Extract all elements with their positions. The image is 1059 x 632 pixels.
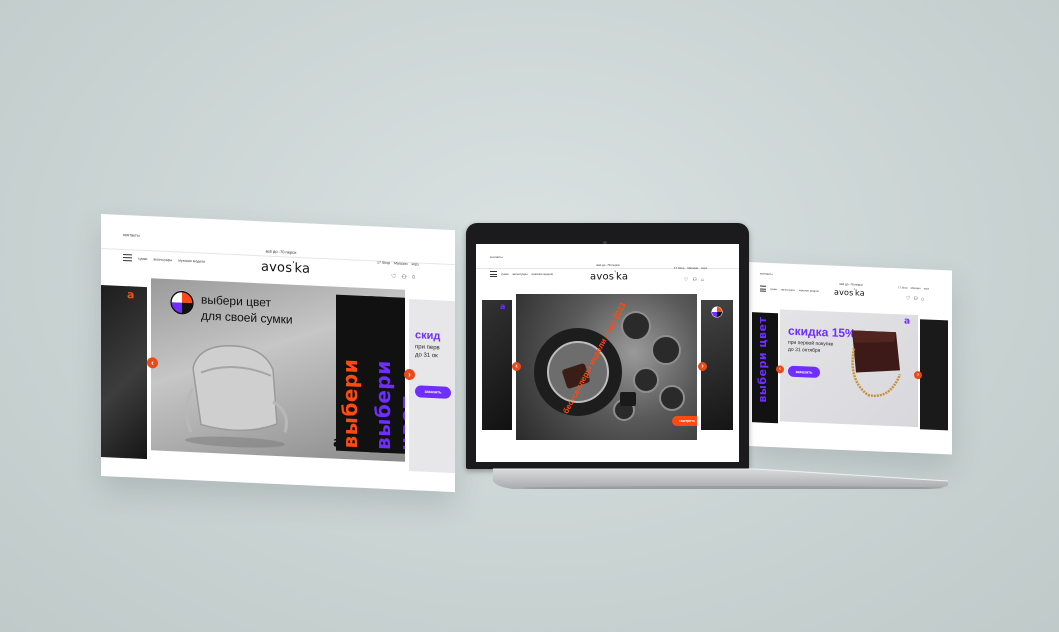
header-icons: ♡ ⚇ ⌂: [684, 277, 704, 283]
right-site-screen: контакты всё до -70 перси сумки аксессуа…: [748, 262, 952, 455]
menu-icon[interactable]: [123, 253, 132, 262]
bag-illustration: [185, 345, 288, 448]
header-utility: 17 Shop Магазин корз: [674, 266, 707, 270]
brand-mark: a: [127, 288, 135, 302]
laptop-base: [493, 468, 948, 489]
main-nav: сумки аксессуары мужские модели: [123, 253, 205, 265]
header-utility: 17 Shop Магазин корз: [898, 286, 929, 290]
contacts-link[interactable]: контакты: [760, 272, 773, 277]
hero-slide: выбери цвет для своей сумки выбери цвет …: [151, 278, 405, 462]
hero-slide: бестселлеры недели • топ 2023 смотреть: [516, 294, 697, 440]
next-slide: скид при перв до 31 ок заказать: [409, 298, 455, 474]
util-store[interactable]: Магазин: [394, 261, 408, 266]
next-slide: [920, 319, 948, 431]
user-icon[interactable]: ⚇: [401, 274, 406, 281]
promo-bar: всё до -70 перси: [596, 263, 620, 267]
site-logo[interactable]: avos'ka: [834, 288, 865, 298]
brand-mark-small: a: [333, 434, 343, 451]
util-shop[interactable]: 17 Shop: [377, 261, 390, 266]
chevron-right-icon[interactable]: ›: [698, 362, 707, 371]
bag-icon[interactable]: ⌂: [921, 296, 924, 302]
bag-icon[interactable]: ⌂: [701, 277, 704, 283]
contacts-link[interactable]: контакты: [490, 255, 503, 259]
nav-item-accessories[interactable]: аксессуары: [781, 288, 795, 292]
menu-icon[interactable]: [490, 271, 497, 277]
user-icon[interactable]: ⚇: [692, 277, 696, 283]
nav-item-men[interactable]: мужские модели: [532, 272, 553, 276]
main-nav: сумки аксессуары мужские модели: [490, 271, 553, 277]
util-shop[interactable]: 17 Shop: [898, 286, 908, 289]
laptop-screen: контакты всё до -70 перси сумки аксессуа…: [476, 244, 739, 462]
util-cart[interactable]: корз: [701, 266, 707, 270]
chevron-left-icon[interactable]: ‹: [147, 357, 158, 369]
prev-slide: a: [482, 300, 512, 430]
nav-item-accessories[interactable]: аксессуары: [512, 272, 527, 276]
brand-mark: a: [904, 316, 911, 327]
nav-item-men[interactable]: мужские модели: [799, 289, 819, 293]
chevron-left-icon[interactable]: ‹: [512, 362, 521, 371]
hero-slide: скидка 15% при первой покупке до 31 октя…: [780, 309, 918, 428]
chevron-right-icon[interactable]: ›: [404, 368, 415, 381]
nav-item-bags[interactable]: сумки: [770, 287, 777, 290]
nav-item-accessories[interactable]: аксессуары: [153, 257, 172, 262]
prev-slide: выбери цвет: [752, 312, 778, 424]
next-line-2: до 31 ок: [415, 352, 438, 360]
brand-mark: a: [500, 302, 506, 311]
user-icon[interactable]: ⚇: [913, 296, 917, 302]
bag-icon[interactable]: ⌂: [412, 274, 416, 281]
menu-icon[interactable]: [760, 285, 766, 292]
left-site-screen: контакты всё до -70 перси сумки аксессуа…: [101, 214, 455, 493]
vertical-text-prev: выбери цвет: [756, 316, 769, 403]
nav-item-bags[interactable]: сумки: [501, 272, 508, 276]
nav-item-bags[interactable]: сумки: [138, 256, 147, 260]
order-button[interactable]: заказать: [788, 365, 820, 379]
mockup-scene: контакты всё до -70 перси сумки аксессуа…: [0, 0, 1059, 632]
color-wheel-icon: [170, 290, 194, 315]
site-logo[interactable]: avos'ka: [261, 258, 310, 277]
header-icons: ♡ ⚇ ⌂: [391, 273, 415, 281]
hero-visual: [534, 311, 685, 421]
nav-item-men[interactable]: мужские модели: [178, 258, 205, 263]
header-icons: ♡ ⚇ ⌂: [906, 296, 924, 303]
chevron-left-icon[interactable]: ‹: [776, 365, 784, 374]
util-cart[interactable]: корз: [924, 287, 929, 290]
util-shop[interactable]: 17 Shop: [674, 266, 684, 270]
next-order-button[interactable]: заказать: [415, 385, 451, 399]
site-logo[interactable]: avos'ka: [590, 270, 628, 282]
banner-headline-1: выбери цвет: [201, 292, 272, 310]
next-line-1: при перв: [415, 344, 440, 352]
discount-line-2: до 31 октября: [788, 346, 821, 355]
header-utility: 17 Shop Магазин корз: [377, 261, 419, 267]
main-nav: сумки аксессуары мужские модели: [760, 285, 819, 294]
heart-icon[interactable]: ♡: [906, 296, 910, 302]
banner-headline-2: для своей сумки: [201, 308, 293, 327]
vertical-text-purple: выбери цвет: [369, 296, 405, 455]
contacts-link[interactable]: контакты: [123, 232, 140, 238]
promo-bar: всё до -70 перси: [839, 281, 863, 287]
bag-illustration: [851, 330, 902, 398]
view-button[interactable]: смотреть: [672, 416, 697, 426]
util-store[interactable]: Магазин: [911, 287, 921, 290]
heart-icon[interactable]: ♡: [391, 273, 396, 280]
chevron-right-icon[interactable]: ›: [914, 370, 922, 380]
next-headline: скид: [415, 329, 441, 343]
util-store[interactable]: Магазин: [687, 266, 698, 270]
heart-icon[interactable]: ♡: [684, 277, 688, 283]
util-cart[interactable]: корз: [412, 262, 419, 266]
prev-slide: a: [101, 285, 147, 460]
color-wheel-icon: [711, 306, 723, 318]
